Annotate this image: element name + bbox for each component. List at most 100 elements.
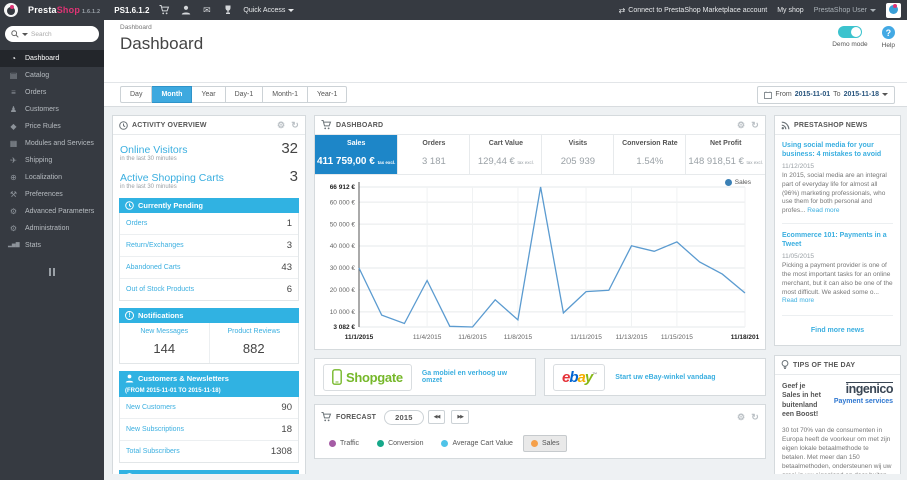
sidebar-item-stats[interactable]: ▂▅▇ Stats (0, 237, 104, 254)
legend-dot-icon (724, 179, 732, 186)
sidebar-item-price-rules[interactable]: ◆ Price Rules (0, 118, 104, 135)
sidebar-item-catalog[interactable]: ▤ Catalog (0, 67, 104, 84)
range-day-1-button[interactable]: Day-1 (225, 86, 264, 103)
marketplace-link[interactable]: ⇄ Connect to PrestaShop Marketplace accou… (619, 6, 768, 15)
sidebar-item-advanced-parameters[interactable]: ⚙ Advanced Parameters (0, 203, 104, 220)
range-day-button[interactable]: Day (120, 86, 153, 103)
news-title-link[interactable]: Using social media for your business: 4 … (782, 141, 893, 159)
kpi-conversion-rate[interactable]: Conversion Rate 1.54% (614, 135, 687, 174)
help-icon[interactable]: ? (881, 26, 895, 39)
sales-chart-area: Sales 3 082 € 10 000 € 20 000 € 30 000 € 40 … (315, 175, 765, 349)
sidebar-collapse-handle[interactable] (48, 268, 56, 276)
forecast-metric-conversion[interactable]: Conversion (369, 435, 431, 452)
kpi-visits[interactable]: Visits 205 939 (542, 135, 615, 174)
forecast-year[interactable]: 2015 (384, 409, 424, 425)
range-year-button[interactable]: Year (192, 86, 226, 103)
online-visitors-link[interactable]: Online Visitors (120, 144, 281, 156)
range-month-button[interactable]: Month (152, 86, 193, 103)
traffic-dot-icon (329, 440, 336, 447)
product-reviews-link[interactable]: Product Reviews (212, 328, 297, 335)
user-avatar[interactable] (886, 2, 901, 18)
orders-icon: ≡ (11, 87, 16, 97)
gear-icon[interactable]: ⚙ (737, 412, 745, 423)
tip-body: 30 tot 70% van de consumenten in Europa … (782, 426, 892, 474)
online-visitors-stat: Online Visitors 32 in the last 30 minute… (120, 140, 298, 162)
trophy-icon[interactable] (222, 5, 233, 16)
employee-icon[interactable] (180, 5, 191, 16)
average-cart-value-dot-icon (441, 440, 449, 447)
new-customers-link[interactable]: New Customers (126, 404, 176, 411)
sidebar-item-shipping[interactable]: ✈ Shipping (0, 152, 104, 169)
table-row: Total Subscribers 1308 (126, 446, 292, 457)
forecast-metric-average-cart-value[interactable]: Average Cart Value (433, 435, 520, 452)
refresh-icon[interactable]: ↻ (751, 120, 759, 131)
wrench-icon: ⚒ (9, 189, 18, 199)
active-carts-link[interactable]: Active Shopping Carts (120, 172, 290, 184)
active-carts-stat: Active Shopping Carts 3 in the last 30 m… (120, 168, 298, 190)
tips-of-the-day-panel: TIPS OF THE DAY ingenico Payment service… (774, 355, 901, 474)
shopgate-link[interactable]: Ga mobiel en verhoog uw omzet (422, 370, 527, 384)
refresh-icon[interactable]: ↻ (291, 120, 299, 131)
panel-title: PRESTASHOP NEWS (794, 121, 868, 129)
ebay-module-card: ebay™ Start uw eBay-winkel vandaag (544, 358, 766, 396)
range-month-1-button[interactable]: Month-1 (263, 86, 308, 103)
forecast-metric-sales[interactable]: Sales (522, 435, 568, 452)
abandoned-carts-link[interactable]: Abandoned Carts (126, 264, 180, 271)
sidebar-item-modules[interactable]: ▦ Modules and Services (0, 135, 104, 152)
date-range-picker[interactable]: From 2015-11-01 To 2015-11-18 (757, 85, 895, 104)
ingenico-logo: ingenico Payment services (833, 382, 894, 406)
sidebar-item-orders[interactable]: ≡ Orders (0, 84, 104, 101)
svg-text:11/11/2015: 11/11/2015 (570, 334, 602, 341)
my-shop-link[interactable]: My shop (777, 7, 803, 14)
sidebar-item-localization[interactable]: ⊕ Localization (0, 169, 104, 186)
kpi-orders[interactable]: Orders 3 181 (398, 135, 471, 174)
rss-icon (781, 121, 790, 129)
forecast-metric-traffic[interactable]: Traffic (321, 435, 367, 452)
shopgate-module-card: Shopgate Ga mobiel en verhoog uw omzet (314, 358, 536, 396)
activity-overview-panel: ACTIVITY OVERVIEW ⚙ ↻ Online Visitors 32 … (112, 115, 306, 474)
svg-text:66 912 €: 66 912 € (330, 184, 356, 191)
news-title-link[interactable]: Ecommerce 101: Payments in a Tweet (782, 231, 893, 249)
search-input[interactable] (31, 30, 93, 38)
ebay-link[interactable]: Start uw eBay-winkel vandaag (615, 374, 715, 381)
total-subscribers-link[interactable]: Total Subscribers (126, 448, 180, 455)
cart-icon[interactable] (159, 5, 170, 16)
out-of-stock-link[interactable]: Out of Stock Products (126, 286, 194, 293)
gear-icon[interactable]: ⚙ (737, 120, 745, 131)
next-year-button[interactable]: ▶▶ (451, 410, 470, 424)
breadcrumb[interactable]: Dashboard (120, 24, 893, 31)
refresh-icon[interactable]: ↻ (751, 412, 759, 423)
read-more-link[interactable]: Read more (782, 297, 814, 304)
dashboard-panel: DASHBOARD ⚙ ↻ Sales 411 759,00 € tax excl.… (314, 115, 766, 350)
panel-title: DASHBOARD (336, 121, 384, 129)
chevron-down-icon (288, 8, 295, 12)
chart-legend[interactable]: Sales (724, 179, 751, 186)
read-more-link[interactable]: Read more (807, 207, 839, 214)
demo-mode-toggle[interactable] (837, 26, 862, 38)
page-header: Dashboard Dashboard Demo mode ? Help (104, 20, 907, 82)
sidebar-search[interactable] (5, 26, 99, 42)
gear-icon[interactable]: ⚙ (277, 120, 285, 131)
find-more-news-link[interactable]: Find more news (811, 327, 864, 334)
kpi-net-profit[interactable]: Net Profit 148 918,51 € tax excl. (686, 135, 765, 174)
kpi-cart-value[interactable]: Cart Value 129,44 € tax excl. (470, 135, 543, 174)
new-messages-link[interactable]: New Messages (122, 328, 207, 335)
quick-access-menu[interactable]: Quick Access (243, 7, 295, 14)
sidebar-item-preferences[interactable]: ⚒ Preferences (0, 186, 104, 203)
returns-link[interactable]: Return/Exchanges (126, 242, 184, 249)
sidebar-item-dashboard[interactable]: ◔ Dashboard (0, 50, 104, 67)
new-subscriptions-link[interactable]: New Subscriptions (126, 426, 184, 433)
active-carts-value: 3 (289, 168, 298, 185)
orders-link[interactable]: Orders (126, 220, 147, 227)
previous-year-button[interactable]: ◀◀ (427, 410, 446, 424)
sidebar-item-administration[interactable]: ⚙ Administration (0, 220, 104, 237)
prestashop-logo (4, 3, 18, 17)
mail-icon[interactable]: ✉ (201, 5, 212, 16)
search-icon (11, 30, 19, 38)
topbar: PrestaShop 1.6.1.2 PS1.6.1.2 ✉ Quick Acce… (0, 0, 907, 20)
range-year-1-button[interactable]: Year-1 (307, 86, 348, 103)
kpi-sales[interactable]: Sales 411 759,00 € tax excl. (315, 135, 399, 174)
sidebar-item-customers[interactable]: ♟ Customers (0, 101, 104, 118)
user-menu[interactable]: PrestaShop User (814, 7, 876, 14)
chevron-down-icon[interactable] (22, 32, 28, 36)
